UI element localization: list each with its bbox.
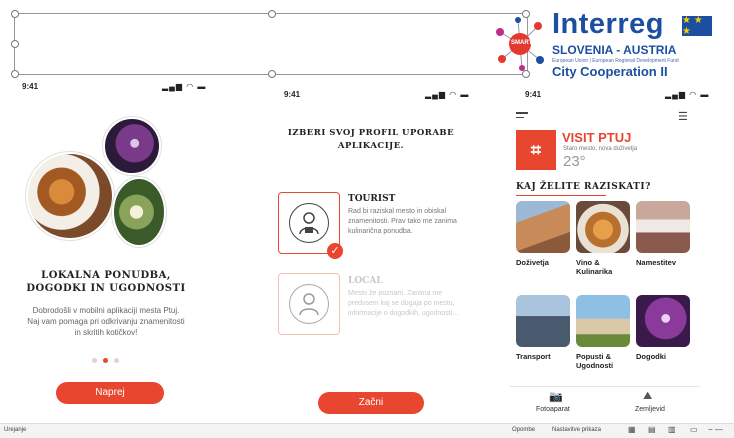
tile-label: Dogodki	[636, 352, 666, 361]
tab-map-label[interactable]: Zemljevid	[635, 406, 665, 413]
status-mode: Urejanje	[4, 427, 27, 433]
pager-dot[interactable]	[92, 358, 97, 363]
onboarding-title-line2: DOGODKI IN UGODNOSTI	[26, 283, 186, 294]
resize-handle[interactable]	[268, 10, 276, 18]
tile-dogodki[interactable]	[636, 295, 690, 347]
pager-dot[interactable]	[114, 358, 119, 363]
next-button[interactable]: Naprej	[56, 382, 164, 404]
map-icon[interactable]: ⛰	[643, 390, 652, 403]
selected-check-icon: ✓	[327, 243, 343, 259]
visit-ptuj-logo-icon: ⌗	[516, 130, 556, 170]
tile-label: Namestitev	[636, 258, 677, 267]
profile-select-title-line2: APLIKACIJE.	[337, 141, 405, 151]
tile-dozivetja[interactable]	[516, 201, 570, 253]
temperature: 23°	[563, 153, 586, 170]
onboarding-body: Dobrodošli v mobilni aplikaciji mesta Pt…	[27, 306, 185, 337]
status-icons: ▂▄▆ ◠ ▬	[665, 90, 710, 99]
normal-view-icon[interactable]: ▦	[628, 425, 636, 434]
tile-label: Vino & Kulinarika	[576, 258, 613, 276]
profile-select-title-line1: IZBERI SVOJ PROFIL UPORABE	[287, 128, 455, 138]
tab-camera-label[interactable]: Fotoaparat	[536, 406, 570, 413]
tourist-avatar-icon	[289, 203, 329, 243]
slide-sorter-icon[interactable]: ▤	[648, 425, 656, 434]
onboarding-title-line1: LOKALNA PONUDBA,	[41, 270, 171, 281]
logo-program: City Cooperation II	[552, 64, 668, 79]
resize-handle[interactable]	[11, 70, 19, 78]
tourist-profile-desc: Rad bi raziskal mesto in obiskal znameni…	[348, 208, 457, 235]
filter-icon[interactable]: ☰	[678, 110, 688, 123]
menu-icon[interactable]	[516, 112, 530, 120]
eu-flag-icon: ★ ★ ★	[682, 15, 712, 37]
resize-handle[interactable]	[268, 70, 276, 78]
bottom-tab-bar	[510, 386, 700, 419]
interreg-wordmark: Interreg	[552, 8, 664, 40]
camera-icon[interactable]: 📷	[549, 390, 563, 403]
explore-section-title: KAJ ŽELITE RAZISKATI?	[516, 182, 651, 192]
tile-popusti-ugodnosti[interactable]	[576, 295, 630, 347]
status-time: 9:41	[284, 90, 301, 99]
brand-title: VISIT PTUJ	[562, 130, 632, 145]
section-underline	[516, 195, 606, 196]
wine-photo	[112, 177, 166, 247]
resize-handle[interactable]	[11, 40, 19, 48]
pager-dot-active[interactable]	[103, 358, 108, 363]
pager-dots	[92, 358, 119, 363]
status-icons: ▂▄▆ ◠ ▬	[425, 90, 470, 99]
status-time: 9:41	[22, 82, 39, 91]
tile-namestitev[interactable]	[636, 201, 690, 253]
local-avatar-icon	[289, 284, 329, 324]
tile-vino-kulinarika[interactable]	[576, 201, 630, 253]
slideshow-icon[interactable]: ▭	[690, 425, 698, 434]
local-profile-desc: Mesto že poznam. Zanima me predvsem kaj …	[348, 290, 459, 317]
start-button[interactable]: Začni	[318, 392, 424, 414]
reading-view-icon[interactable]: ▥	[668, 425, 676, 434]
tile-label: Transport	[516, 352, 551, 361]
event-photo	[103, 117, 161, 175]
display-settings-button[interactable]: Nastavitve prikaza	[552, 427, 601, 433]
tile-transport[interactable]	[516, 295, 570, 347]
status-icons: ▂▄▆ ◠ ▬	[162, 82, 207, 91]
food-photo	[26, 152, 114, 240]
tile-label: Doživetja	[516, 258, 549, 267]
resize-handle[interactable]	[11, 10, 19, 18]
logo-region: SLOVENIA - AUSTRIA	[552, 43, 677, 57]
status-time: 9:41	[525, 90, 542, 99]
zoom-slider[interactable]: − —	[708, 425, 723, 434]
logo-badge-text: SMART	[511, 40, 533, 46]
interreg-network-logo-icon: SMART	[490, 14, 550, 74]
tourist-profile-title: TOURIST	[348, 194, 396, 204]
local-profile-card[interactable]	[278, 273, 340, 335]
app-status-bar: Urejanje Opombe Nastavitve prikaza ▦ ▤ ▥…	[0, 423, 734, 438]
selected-textbox-frame[interactable]	[14, 13, 528, 75]
tile-label: Popusti & Ugodnosti	[576, 352, 614, 370]
notes-button[interactable]: Opombe	[512, 427, 535, 433]
brand-tagline: Staro mesto, nova doživetja	[563, 146, 638, 152]
local-profile-title: LOCAL	[348, 276, 383, 286]
